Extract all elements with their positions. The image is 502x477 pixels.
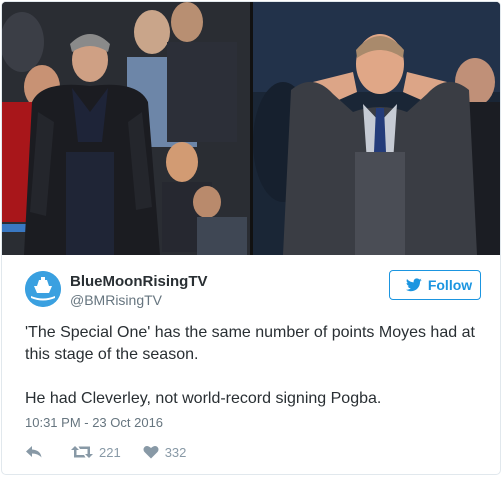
retweet-icon — [71, 446, 93, 458]
tweet-text: 'The Special One' has the same number of… — [25, 322, 485, 410]
reply-icon — [26, 446, 42, 458]
follow-button[interactable]: Follow — [389, 270, 481, 300]
account-handle[interactable]: @BMRisingTV — [70, 292, 162, 308]
follow-label: Follow — [427, 277, 473, 293]
account-avatar[interactable] — [25, 271, 61, 307]
retweet-count: 221 — [99, 444, 121, 460]
like-count: 332 — [164, 444, 187, 460]
tweet-paragraph-2: He had Cleverley, not world-record signi… — [25, 390, 382, 407]
right-photo[interactable] — [253, 2, 500, 255]
account-name[interactable]: BlueMoonRisingTV — [70, 273, 208, 290]
left-photo[interactable] — [2, 2, 250, 255]
twitter-bird-icon — [405, 278, 422, 292]
tweet-header: BlueMoonRisingTV @BMRisingTV Follow — [2, 255, 500, 315]
tweet-card: BlueMoonRisingTV @BMRisingTV Follow 'The… — [1, 1, 501, 475]
tweet-actions: 221 332 — [25, 442, 208, 462]
reply-button[interactable] — [25, 445, 49, 459]
tweet-timestamp[interactable]: 10:31 PM - 23 Oct 2016 — [25, 415, 163, 430]
like-button[interactable]: 332 — [143, 444, 187, 460]
moon-ship-avatar-icon — [25, 271, 61, 307]
tweet-media[interactable] — [2, 2, 500, 255]
retweet-button[interactable]: 221 — [71, 445, 121, 460]
heart-icon — [143, 445, 159, 459]
tweet-paragraph-1: 'The Special One' has the same number of… — [25, 324, 475, 363]
